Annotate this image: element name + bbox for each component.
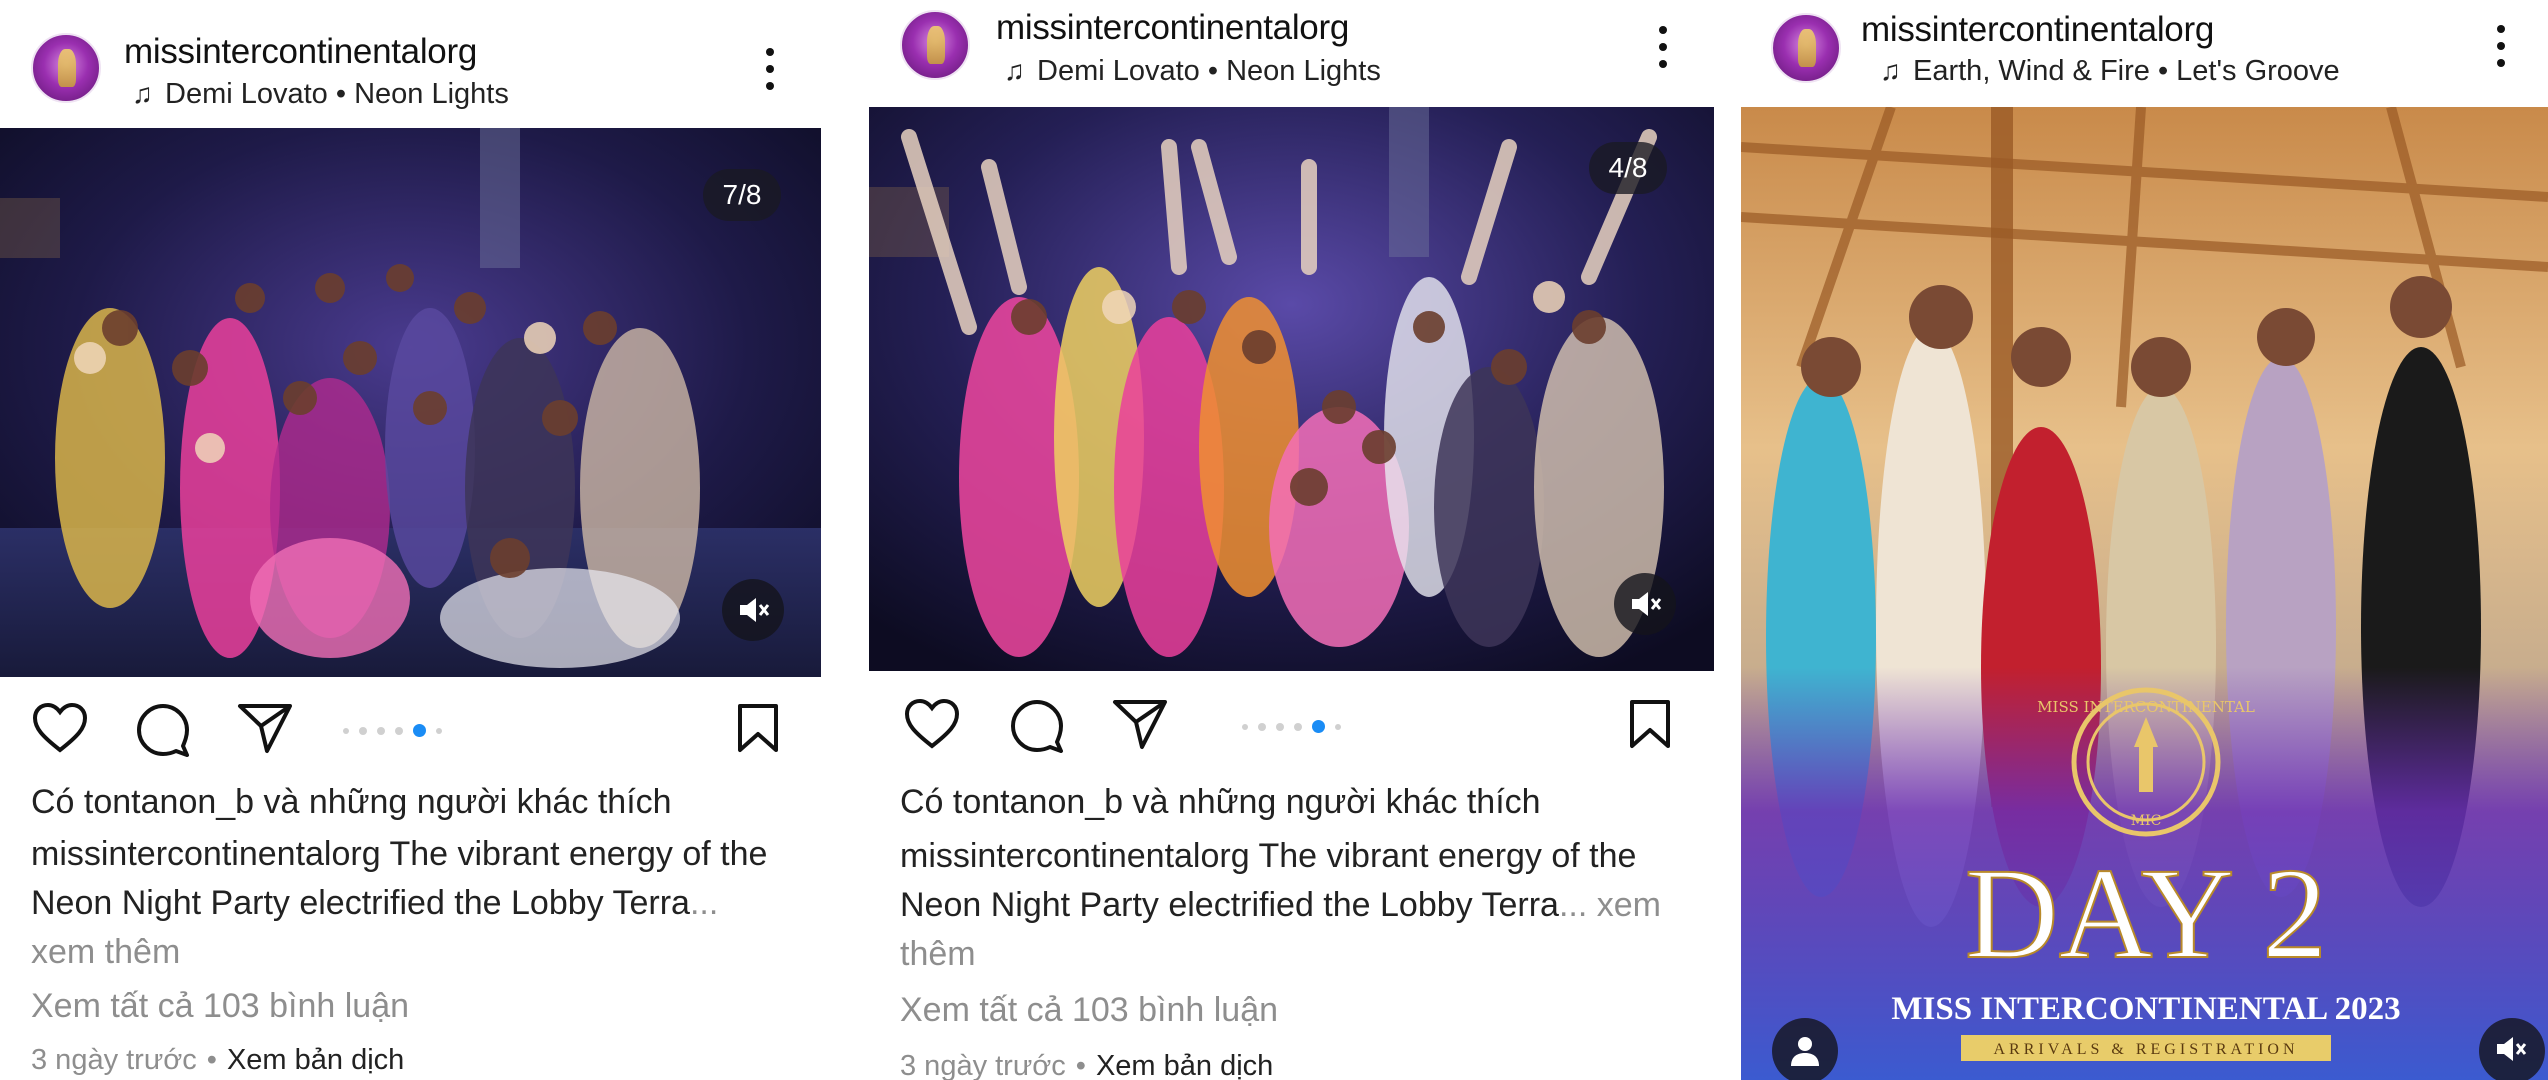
carousel-dot: [395, 726, 403, 735]
bookmark-icon[interactable]: [1628, 698, 1672, 750]
post-2: missintercontinentalorg ♫ Demi Lovato • N…: [869, 0, 1714, 1080]
carousel-dot: [1294, 722, 1302, 731]
muted-speaker-icon[interactable]: [1614, 573, 1676, 635]
comment-icon[interactable]: [135, 702, 191, 758]
username[interactable]: missintercontinentalorg: [996, 8, 1349, 48]
day2-group-photo-image: MISS INTERCONTINENTAL MIC DAY 2 MISS INT…: [1741, 107, 2548, 1080]
overlay-tagline: ARRIVALS & REGISTRATION: [1993, 1041, 2298, 1058]
party-photo-image: [0, 128, 821, 677]
send-icon[interactable]: [237, 702, 293, 754]
comment-icon[interactable]: [1009, 698, 1065, 754]
caption-text: missintercontinentalorg The vibrant ener…: [900, 837, 1637, 924]
avatar[interactable]: [1771, 13, 1841, 83]
overlay-title: DAY 2: [1965, 842, 2327, 986]
carousel-counter: 7/8: [703, 169, 781, 221]
post-photo[interactable]: MISS INTERCONTINENTAL MIC DAY 2 MISS INT…: [1741, 107, 2548, 1080]
muted-speaker-icon[interactable]: [722, 579, 784, 641]
timestamp: 3 ngày trước: [31, 1044, 197, 1076]
music-track: Demi Lovato • Neon Lights: [165, 78, 509, 110]
carousel-dot-active: [1312, 720, 1325, 733]
music-note-icon: ♫: [1004, 55, 1025, 86]
post-meta: 3 ngày trước • Xem bản dịch: [900, 1050, 1694, 1080]
send-icon[interactable]: [1112, 698, 1168, 750]
music-note-icon: ♫: [1880, 55, 1901, 86]
post-actions: [0, 692, 821, 772]
post-meta: 3 ngày trước • Xem bản dịch: [31, 1044, 801, 1077]
music-track: Demi Lovato • Neon Lights: [1037, 55, 1381, 87]
likes-text[interactable]: Có tontanon_b và những người khác thích: [31, 783, 801, 822]
carousel-dot: [436, 727, 442, 734]
heart-icon[interactable]: [904, 698, 960, 750]
avatar[interactable]: [900, 10, 970, 80]
post-3: missintercontinentalorg ♫ Earth, Wind & F…: [1741, 0, 2548, 1080]
carousel-dots: [343, 724, 452, 737]
caption[interactable]: missintercontinentalorg The vibrant ener…: [31, 830, 791, 977]
carousel-dot: [1258, 722, 1266, 731]
music-track: Earth, Wind & Fire • Let's Groove: [1913, 55, 2340, 87]
view-comments-link[interactable]: Xem tất cả 103 bình luận: [31, 987, 801, 1026]
more-vertical-icon[interactable]: [2491, 25, 2511, 71]
timestamp: 3 ngày trước: [900, 1050, 1066, 1080]
post-header: missintercontinentalorg ♫ Demi Lovato • N…: [869, 0, 1714, 110]
carousel-dot: [1242, 723, 1248, 730]
carousel-dot: [359, 726, 367, 735]
party-photo-image: [869, 107, 1714, 671]
muted-speaker-icon[interactable]: [2479, 1018, 2545, 1080]
carousel-dot: [1335, 723, 1341, 730]
separator-dot: •: [1075, 1050, 1086, 1080]
translate-link[interactable]: Xem bản dịch: [227, 1044, 404, 1076]
username[interactable]: missintercontinentalorg: [1861, 10, 2214, 50]
more-vertical-icon[interactable]: [760, 48, 780, 94]
bookmark-icon[interactable]: [736, 702, 780, 754]
post-photo[interactable]: 7/8: [0, 128, 821, 677]
logo-text: MISS INTERCONTINENTAL: [2037, 698, 2255, 716]
music-note-icon: ♫: [132, 78, 153, 109]
post-1: missintercontinentalorg ♫ Demi Lovato • N…: [0, 0, 821, 1080]
overlay-subtitle: MISS INTERCONTINENTAL 2023: [1891, 991, 2400, 1027]
music-info[interactable]: ♫ Demi Lovato • Neon Lights: [1004, 55, 1381, 88]
music-info[interactable]: ♫ Demi Lovato • Neon Lights: [132, 78, 509, 111]
translate-link[interactable]: Xem bản dịch: [1096, 1050, 1273, 1080]
separator-dot: •: [206, 1044, 217, 1076]
view-comments-link[interactable]: Xem tất cả 103 bình luận: [900, 991, 1694, 1030]
user-tag-icon[interactable]: [1772, 1018, 1838, 1080]
carousel-counter: 4/8: [1589, 142, 1667, 194]
carousel-dot: [1276, 722, 1284, 731]
carousel-dot-active: [413, 724, 426, 737]
post-photo[interactable]: 4/8: [869, 107, 1714, 671]
post-header: missintercontinentalorg ♫ Earth, Wind & F…: [1741, 0, 2548, 110]
avatar[interactable]: [31, 33, 101, 103]
caption[interactable]: missintercontinentalorg The vibrant ener…: [900, 832, 1690, 979]
carousel-dots: [1242, 720, 1351, 733]
logo-sub: MIC: [2131, 813, 2162, 829]
username[interactable]: missintercontinentalorg: [124, 32, 477, 72]
likes-text[interactable]: Có tontanon_b và những người khác thích: [900, 783, 1694, 822]
more-vertical-icon[interactable]: [1653, 26, 1673, 72]
post-header: missintercontinentalorg ♫ Demi Lovato • N…: [0, 0, 821, 110]
caption-text: missintercontinentalorg The vibrant ener…: [31, 835, 768, 922]
carousel-dot: [377, 726, 385, 735]
heart-icon[interactable]: [32, 702, 88, 754]
carousel-dot: [343, 727, 349, 734]
music-info[interactable]: ♫ Earth, Wind & Fire • Let's Groove: [1880, 55, 2340, 88]
post-actions: [869, 690, 1714, 770]
